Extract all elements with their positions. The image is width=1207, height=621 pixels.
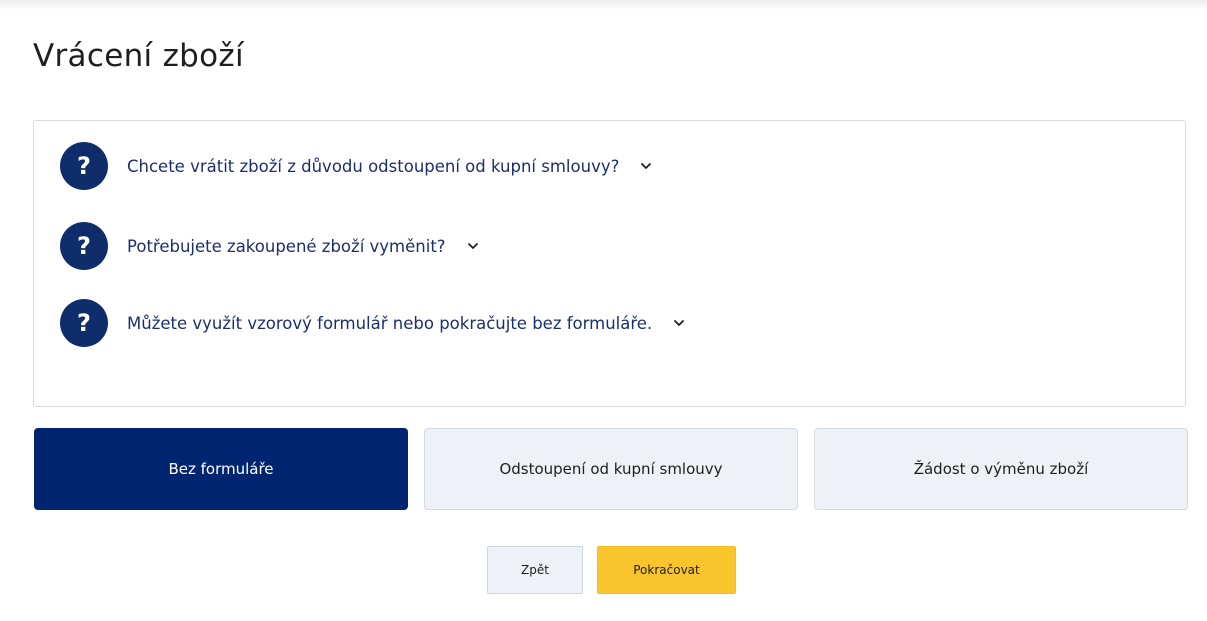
faq-panel: ? Chcete vrátit zboží z důvodu odstoupen… xyxy=(33,120,1186,407)
option-exchange-button[interactable]: Žádost o výměnu zboží xyxy=(814,428,1188,510)
question-icon: ? xyxy=(60,222,108,270)
question-icon: ? xyxy=(60,142,108,190)
option-withdrawal-button[interactable]: Odstoupení od kupní smlouvy xyxy=(424,428,798,510)
chevron-down-icon[interactable] xyxy=(672,318,686,328)
faq-item-form[interactable]: ? Můžete využít vzorový formulář nebo po… xyxy=(60,299,686,347)
chevron-down-icon[interactable] xyxy=(466,241,480,251)
question-icon: ? xyxy=(60,299,108,347)
faq-item-label: Můžete využít vzorový formulář nebo pokr… xyxy=(127,313,653,333)
continue-button[interactable]: Pokračovat xyxy=(597,546,736,594)
chevron-down-icon[interactable] xyxy=(639,161,653,171)
faq-item-label: Potřebujete zakoupené zboží vyměnit? xyxy=(127,236,446,256)
page-title: Vrácení zboží xyxy=(33,38,244,74)
option-no-form-button[interactable]: Bez formuláře xyxy=(34,428,408,510)
top-shadow xyxy=(0,0,1207,10)
faq-item-label: Chcete vrátit zboží z důvodu odstoupení … xyxy=(127,156,620,176)
faq-item-withdrawal[interactable]: ? Chcete vrátit zboží z důvodu odstoupen… xyxy=(60,142,653,190)
back-button[interactable]: Zpět xyxy=(487,546,583,594)
faq-item-exchange[interactable]: ? Potřebujete zakoupené zboží vyměnit? xyxy=(60,222,480,270)
